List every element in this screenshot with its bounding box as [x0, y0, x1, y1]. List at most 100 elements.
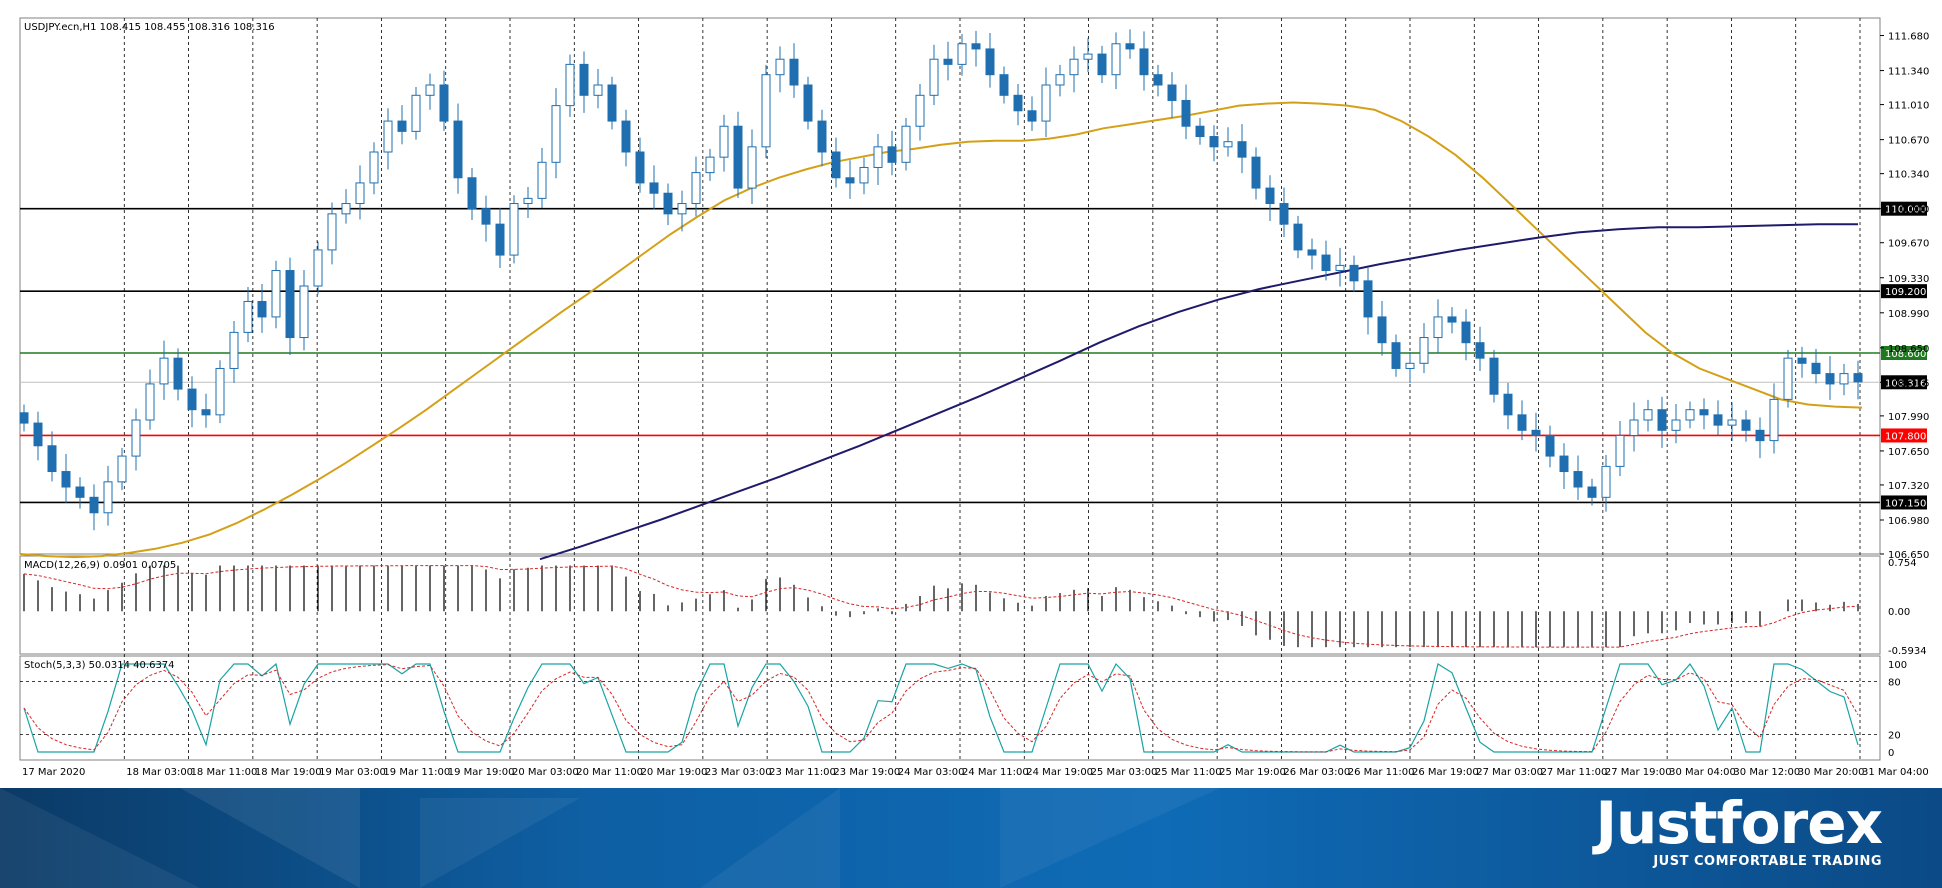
bear-candle [1279, 203, 1289, 225]
stoch-tick-label: 100 [1888, 660, 1907, 671]
bear-candle [1797, 357, 1807, 364]
bear-candle [47, 445, 57, 473]
bull-candle [1727, 419, 1737, 426]
bear-candle [887, 146, 897, 163]
bull-candle [215, 367, 225, 416]
bear-candle [845, 177, 855, 184]
time-label: 18 Mar 03:00 [126, 767, 193, 778]
time-label: 30 Mar 04:00 [1669, 767, 1736, 778]
bear-candle [89, 496, 99, 514]
time-label: 25 Mar 19:00 [1219, 767, 1286, 778]
bear-candle [1181, 99, 1191, 127]
bear-candle [1265, 187, 1275, 205]
bull-candle [1055, 74, 1065, 86]
time-label: 19 Mar 19:00 [448, 767, 515, 778]
bull-candle [1615, 434, 1625, 467]
bull-candle [691, 172, 701, 205]
bear-candle [1097, 53, 1107, 76]
bear-candle [1209, 136, 1219, 148]
bear-candle [1531, 429, 1541, 436]
bear-candle [1475, 342, 1485, 359]
time-label: 23 Mar 11:00 [769, 767, 836, 778]
price-tick-label: 109.330 [1888, 274, 1929, 285]
bear-candle [943, 58, 953, 65]
banner-decor [180, 788, 360, 888]
time-label: 18 Mar 19:00 [255, 767, 322, 778]
bear-candle [495, 223, 505, 256]
bull-candle [509, 203, 519, 256]
banner-decor [1000, 788, 1220, 888]
bear-candle [1391, 342, 1401, 369]
bull-candle [299, 285, 309, 339]
bull-candle [341, 203, 351, 215]
logo-text: Justforex [1595, 789, 1883, 857]
bear-candle [1699, 409, 1709, 416]
price-tick-label: 106.980 [1888, 516, 1929, 527]
stoch-tick-label: 80 [1888, 678, 1901, 689]
bull-candle [327, 213, 337, 251]
bull-candle [355, 182, 365, 205]
bear-candle [1657, 409, 1667, 431]
level-tag-label: 109.200 [1885, 287, 1926, 298]
time-label: 24 Mar 11:00 [962, 767, 1029, 778]
price-chart[interactable]: 110.000109.200108.600107.800107.150108.3… [0, 0, 1942, 788]
time-label: 23 Mar 03:00 [705, 767, 772, 778]
bear-candle [607, 84, 617, 122]
bull-candle [1083, 53, 1093, 60]
bear-candle [173, 357, 183, 390]
bull-candle [1643, 409, 1653, 421]
bear-candle [1755, 429, 1765, 442]
bear-candle [1195, 125, 1205, 138]
bear-candle [285, 270, 295, 339]
bull-candle [775, 58, 785, 76]
bull-candle [369, 151, 379, 184]
bull-candle [1685, 409, 1695, 421]
bull-candle [1069, 58, 1079, 76]
bull-candle [565, 63, 575, 107]
time-label: 26 Mar 19:00 [1412, 767, 1479, 778]
bear-candle [1363, 280, 1373, 318]
bull-candle [1839, 373, 1849, 385]
time-label: 26 Mar 03:00 [1283, 767, 1350, 778]
price-tick-label: 107.990 [1888, 412, 1929, 423]
bull-candle [313, 249, 323, 287]
bear-candle [1559, 455, 1569, 473]
bull-candle [425, 84, 435, 96]
bull-candle [1783, 357, 1793, 400]
bear-candle [1811, 362, 1821, 375]
bull-candle [1433, 316, 1443, 339]
bull-candle [1405, 362, 1415, 369]
time-label: 24 Mar 03:00 [898, 767, 965, 778]
price-tick-label: 111.010 [1888, 101, 1929, 112]
bear-candle [831, 151, 841, 179]
bull-candle [761, 74, 771, 148]
bear-candle [61, 471, 71, 488]
bull-candle [1223, 141, 1233, 148]
stoch-tick-label: 20 [1888, 730, 1901, 741]
bear-candle [453, 120, 463, 179]
bear-candle [789, 58, 799, 86]
price-tick-label: 108.316 [1888, 378, 1929, 389]
bear-candle [817, 120, 827, 153]
bear-candle [1853, 373, 1863, 383]
time-label: 18 Mar 11:00 [191, 767, 258, 778]
bear-candle [481, 208, 491, 225]
banner-decor [700, 788, 840, 888]
bear-candle [1503, 393, 1513, 416]
bull-candle [551, 105, 561, 163]
bull-candle [1111, 43, 1121, 76]
bear-candle [621, 120, 631, 153]
price-tick-label: 107.650 [1888, 447, 1929, 458]
price-tick-label: 111.680 [1888, 32, 1929, 43]
bear-candle [1307, 249, 1317, 256]
bear-candle [999, 74, 1009, 96]
bull-candle [1671, 419, 1681, 431]
bull-candle [243, 300, 253, 333]
level-tag-label: 107.150 [1885, 498, 1926, 509]
brand-logo: Justforex JUST COMFORTABLE TRADING [1595, 789, 1883, 869]
price-tick-label: 110.670 [1888, 136, 1929, 147]
bear-candle [1349, 264, 1359, 282]
time-label: 27 Mar 19:00 [1605, 767, 1672, 778]
time-label: 27 Mar 11:00 [1541, 767, 1608, 778]
bull-candle [915, 94, 925, 127]
